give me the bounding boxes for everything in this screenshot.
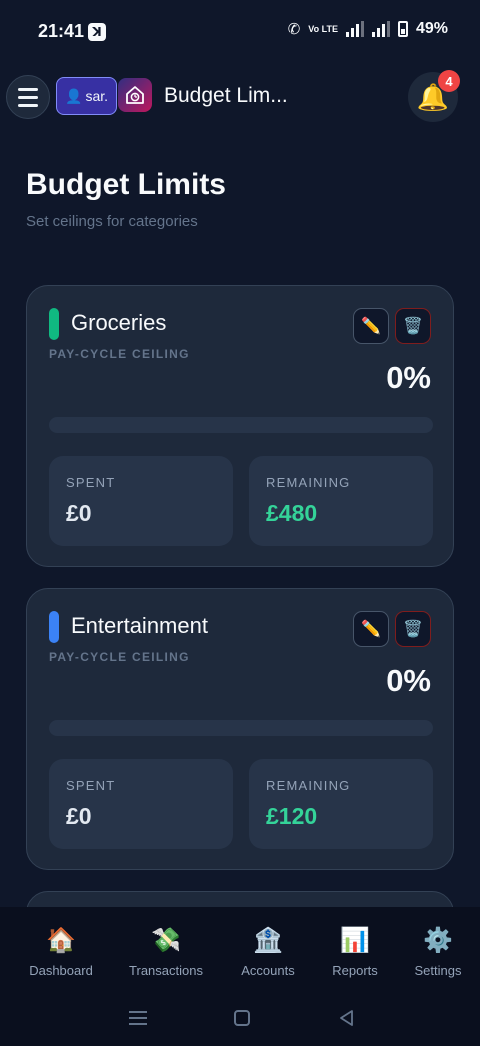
pencil-icon: ✏️ (361, 318, 381, 335)
pencil-icon: ✏️ (361, 621, 381, 638)
spent-label: SPENT (66, 778, 116, 793)
budget-category-name: Entertainment (71, 613, 208, 638)
remaining-box: REMAINING £480 (249, 456, 433, 546)
nav-label: Reports (332, 963, 378, 978)
delete-budget-button[interactable]: 🗑️ (395, 611, 431, 647)
back-triangle-icon (340, 1010, 353, 1026)
user-chip[interactable]: 👤 sar. (56, 77, 118, 115)
budget-progress-bar (49, 720, 433, 736)
spent-box: SPENT £0 (49, 456, 233, 546)
spent-value: £0 (66, 500, 92, 526)
nav-settings[interactable]: ⚙️ Settings (415, 927, 462, 978)
nav-reports[interactable]: 📊 Reports (332, 927, 378, 978)
home-button[interactable] (229, 1005, 255, 1031)
app-logo-icon (118, 78, 152, 112)
category-color-marker (49, 611, 59, 643)
spent-label: SPENT (66, 475, 116, 490)
user-chip-label: sar. (85, 88, 109, 104)
house-icon: 🏠 (46, 927, 76, 954)
page-subtitle: Set ceilings for categories (26, 213, 198, 230)
budget-percent-used: 0% (386, 663, 431, 698)
remaining-value: £120 (266, 803, 318, 829)
money-icon: 💸 (151, 927, 181, 954)
spent-value: £0 (66, 803, 92, 829)
system-nav-bar (0, 990, 480, 1046)
edit-budget-button[interactable]: ✏️ (353, 308, 389, 344)
nav-label: Transactions (129, 963, 203, 978)
app-notification-icon: ꓘ (88, 23, 106, 41)
category-color-marker (49, 308, 59, 340)
remaining-value: £480 (266, 500, 318, 526)
nav-label: Settings (414, 963, 462, 978)
notification-badge: 4 (438, 70, 460, 92)
bottom-nav: 🏠 Dashboard 💸 Transactions 🏦 Accounts 📊 … (0, 907, 480, 990)
header-title: Budget Lim... (164, 84, 288, 107)
budget-period-caption: PAY-CYCLE CEILING (49, 650, 190, 664)
budget-percent-used: 0% (386, 360, 431, 395)
remaining-box: REMAINING £120 (249, 759, 433, 849)
wifi-calling-icon: ✆ (287, 21, 301, 38)
budget-category-name: Groceries (71, 310, 167, 335)
nav-accounts[interactable]: 🏦 Accounts (241, 927, 294, 978)
battery-icon (397, 21, 408, 37)
edit-budget-button[interactable]: ✏️ (353, 611, 389, 647)
nav-label: Dashboard (29, 963, 93, 978)
back-button[interactable] (334, 1005, 360, 1031)
budget-progress-bar (49, 417, 433, 433)
status-bar: 21:41 ꓘ ✆ Vo LTE 49% (0, 0, 480, 62)
volte-icon: Vo LTE (308, 23, 338, 34)
budget-card: Groceries PAY-CYCLE CEILING ✏️ 🗑️ 0% SPE… (26, 285, 454, 567)
page-title: Budget Limits (26, 168, 226, 201)
menu-button[interactable] (6, 75, 50, 119)
nav-dashboard[interactable]: 🏠 Dashboard (29, 927, 93, 978)
budget-card: Entertainment PAY-CYCLE CEILING ✏️ 🗑️ 0%… (26, 588, 454, 870)
nav-transactions[interactable]: 💸 Transactions (129, 927, 203, 978)
bank-icon: 🏦 (253, 927, 283, 954)
signal-icon (345, 21, 364, 37)
trash-icon: 🗑️ (403, 621, 423, 638)
status-time: 21:41 (38, 21, 85, 41)
remaining-label: REMAINING (266, 778, 351, 793)
nav-label: Accounts (241, 963, 295, 978)
gear-icon: ⚙️ (423, 927, 453, 954)
user-icon: 👤 (65, 87, 83, 104)
trash-icon: 🗑️ (403, 318, 423, 335)
status-indicators: ✆ Vo LTE 49% (288, 20, 448, 38)
budget-period-caption: PAY-CYCLE CEILING (49, 347, 190, 361)
delete-budget-button[interactable]: 🗑️ (395, 308, 431, 344)
spent-box: SPENT £0 (49, 759, 233, 849)
chart-icon: 📊 (340, 927, 370, 954)
battery-percent: 49% (415, 20, 448, 37)
app-header: 👤 sar. Budget Lim... 🔔 4 (0, 70, 480, 122)
remaining-label: REMAINING (266, 475, 351, 490)
recents-button[interactable] (125, 1005, 151, 1031)
signal-icon-2 (371, 21, 390, 37)
